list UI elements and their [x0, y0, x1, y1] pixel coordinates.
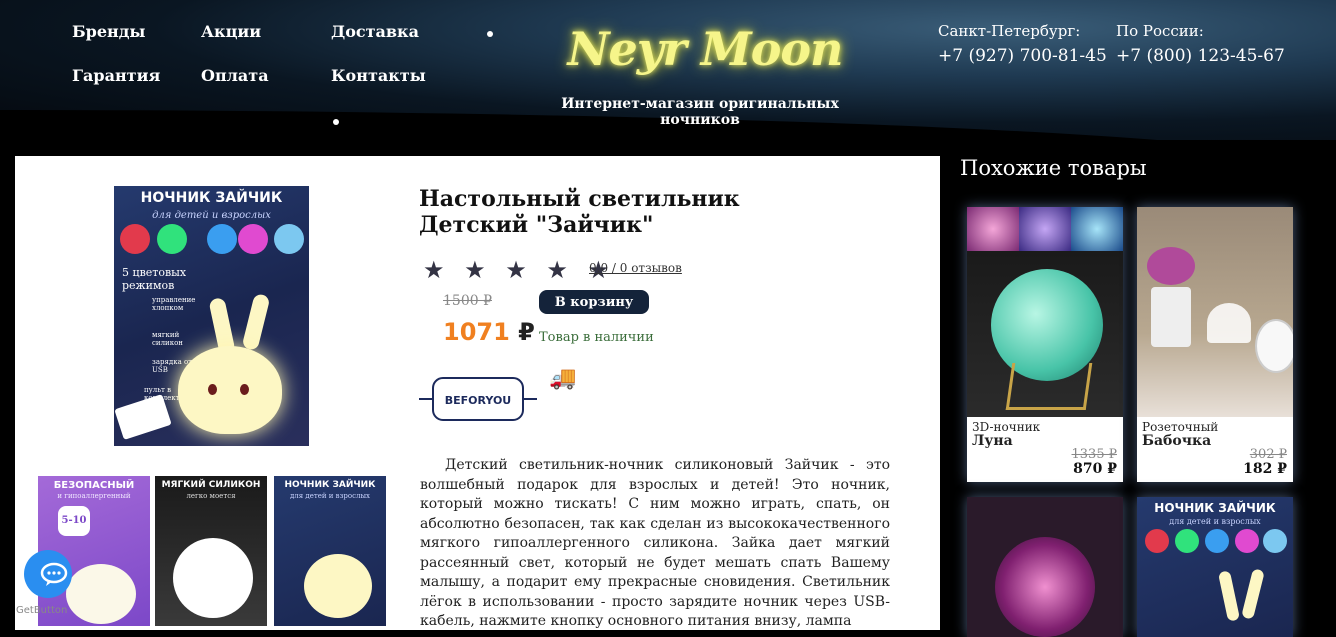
spb-phone-label: Санкт-Петербург: — [938, 22, 1081, 40]
product-title-line2: Детский "Зайчик" — [419, 212, 654, 238]
russia-phone-number[interactable]: +7 (800) 123-45-67 — [1116, 46, 1285, 66]
image-feature-1: управление хлопком — [152, 296, 196, 312]
nav-contacts[interactable]: Контакты — [331, 66, 426, 85]
currency-symbol: ₽ — [518, 318, 535, 346]
chat-widget-button[interactable] — [24, 550, 72, 598]
similar-products-title: Похожие товары — [960, 156, 1147, 180]
similar-product-card[interactable]: НОЧНИК ЗАЙЧИК для детей и взрослых — [1137, 497, 1293, 637]
similar-product-card[interactable]: Розеточный Бабочка 302 ₽ 182 ₽ — [1137, 207, 1293, 482]
thumb-2-subtitle: легко моется — [186, 492, 236, 500]
thumbnail-2[interactable]: МЯГКИЙ СИЛИКОН легко моется — [155, 476, 267, 626]
moon-lamp-image — [967, 251, 1123, 417]
reviews-link[interactable]: 0.0 / 0 отзывов — [589, 261, 682, 275]
product-name: Бабочка — [1142, 433, 1212, 449]
star-dot — [333, 119, 339, 125]
star-dot — [487, 31, 493, 37]
product-title: Настольный светильник Детский "Зайчик" — [419, 186, 839, 238]
lightblue-head — [274, 224, 304, 254]
rating-stars[interactable]: ★ ★ ★ ★ ★ — [423, 256, 615, 284]
chat-icon — [40, 562, 68, 586]
site-header: Бренды Акции Доставка Гарантия Оплата Ко… — [0, 0, 1336, 170]
blue-head — [207, 224, 237, 254]
image-title: НОЧНИК ЗАЙЧИК — [140, 190, 283, 206]
old-price: 1500 ₽ — [443, 293, 492, 309]
plasma-ball-image — [995, 537, 1095, 637]
product-new-price: 182 ₽ — [1243, 461, 1287, 477]
nav-brands[interactable]: Бренды — [72, 22, 145, 41]
current-price-value: 1071 — [443, 318, 510, 346]
image-subtitle: для детей и взрослых — [152, 210, 271, 221]
remote-icon — [114, 394, 172, 440]
product-category: 3D-ночник — [972, 420, 1041, 434]
card-image-title: НОЧНИК ЗАЙЧИК — [1154, 501, 1276, 515]
thumb-2-title: МЯГКИЙ СИЛИКОН — [161, 480, 261, 490]
thumb-3-bunny — [304, 554, 372, 618]
brand-logo[interactable]: BEFORYOU — [419, 376, 537, 422]
product-card: НОЧНИК ЗАЙЧИК для детей и взрослых 5 цве… — [15, 156, 940, 630]
product-old-price: 302 ₽ — [1249, 447, 1287, 462]
stock-status: Товар в наличии — [539, 330, 654, 345]
bunny-lamp — [178, 346, 282, 434]
nav-payment[interactable]: Оплата — [201, 66, 269, 85]
thumb-2-bunny — [173, 538, 253, 618]
product-name: Луна — [972, 433, 1013, 449]
site-logo[interactable]: Neyr Moon — [555, 22, 855, 76]
current-price: 1071 ₽ — [443, 318, 535, 346]
red-head — [120, 224, 150, 254]
pink-head — [238, 224, 268, 254]
nav-promos[interactable]: Акции — [201, 22, 261, 41]
spb-phone-number[interactable]: +7 (927) 700-81-45 — [938, 46, 1107, 66]
site-tagline: Интернет-магазин оригинальных ночников — [561, 96, 839, 128]
thumb-1-title: БЕЗОПАСНЫЙ — [53, 480, 135, 491]
butterfly-lamp-image — [1137, 207, 1293, 417]
russia-phone-label: По России: — [1116, 22, 1204, 40]
green-head — [157, 224, 187, 254]
product-category: Розеточный — [1142, 420, 1219, 434]
moon-color-variants — [967, 207, 1123, 251]
thumb-1-badge: 5-10 — [58, 506, 90, 536]
thumb-3-title: НОЧНИК ЗАЙЧИК — [284, 480, 376, 490]
similar-product-card[interactable] — [967, 497, 1123, 637]
image-modes: 5 цветовых режимов — [122, 266, 187, 292]
add-to-cart-button[interactable]: В корзину — [539, 290, 649, 314]
image-feature-2: мягкий силикон — [152, 331, 183, 347]
product-main-image[interactable]: НОЧНИК ЗАЙЧИК для детей и взрослых 5 цве… — [114, 186, 309, 446]
thumbnail-3[interactable]: НОЧНИК ЗАЙЧИК для детей и взрослых — [274, 476, 386, 626]
product-new-price: 870 ₽ — [1073, 461, 1117, 477]
delivery-truck-icon: 🚚 — [549, 366, 577, 391]
product-title-line1: Настольный светильник — [419, 186, 740, 212]
product-old-price: 1335 ₽ — [1071, 447, 1118, 462]
nav-delivery[interactable]: Доставка — [331, 22, 419, 41]
bunny-ear-right — [241, 292, 271, 352]
card-image-subtitle: для детей и взрослых — [1169, 517, 1261, 526]
thumb-3-subtitle: для детей и взрослых — [290, 492, 370, 500]
thumb-1-subtitle: и гипоаллергенный — [57, 492, 131, 500]
product-description: Детский светильник-ночник силиконовый За… — [420, 457, 890, 629]
similar-product-card[interactable]: 3D-ночник Луна 1335 ₽ 870 ₽ — [967, 207, 1123, 482]
nav-warranty[interactable]: Гарантия — [72, 66, 160, 85]
brand-name: BEFORYOU — [445, 394, 512, 407]
getbutton-label[interactable]: GetButton — [16, 605, 67, 616]
